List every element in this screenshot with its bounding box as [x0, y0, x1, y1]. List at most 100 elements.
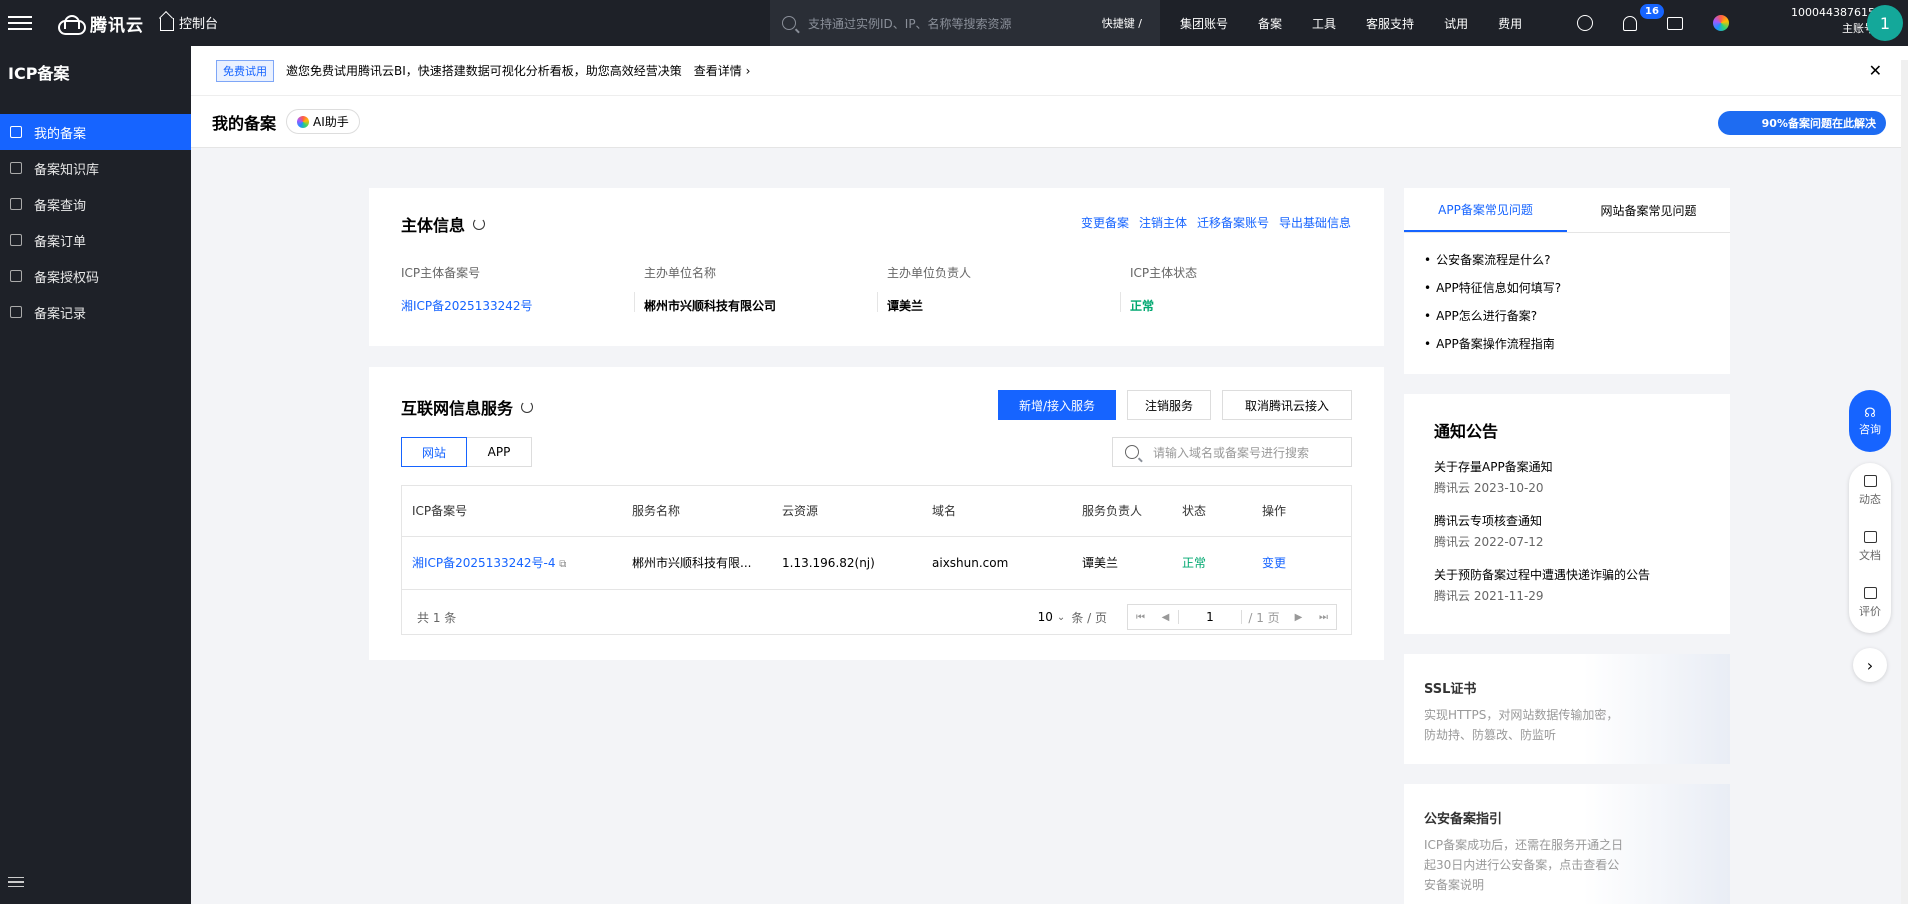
tab-website[interactable]: 网站 — [401, 437, 467, 467]
banner-detail-link[interactable]: 查看详情 › — [694, 62, 751, 79]
table-cell: aixshun.com — [922, 536, 1072, 590]
cancel-service-button[interactable]: 注销服务 — [1127, 390, 1211, 420]
export-info-link[interactable]: 导出基础信息 — [1279, 214, 1351, 231]
tab-app-faq[interactable]: APP备案常见问题 — [1404, 188, 1567, 232]
change-beian-link[interactable]: 变更备案 — [1081, 214, 1129, 231]
activity-icon[interactable] — [1577, 15, 1593, 31]
cloud-icon — [56, 14, 86, 35]
consult-button[interactable]: ☊ 咨询 — [1849, 390, 1891, 452]
bookmark-icon — [10, 126, 22, 138]
sidebar-item-records[interactable]: 备案记录 — [0, 294, 191, 330]
search-shortcut: 快捷键 / — [1101, 17, 1142, 30]
notice-item[interactable]: 腾讯云专项核查通知 — [1434, 512, 1700, 529]
chevron-right-icon[interactable]: › — [1853, 648, 1887, 682]
faq-item[interactable]: APP特征信息如何填写? — [1424, 274, 1561, 302]
prev-page-icon[interactable]: ◀ — [1153, 612, 1178, 623]
notice-item[interactable]: 关于存量APP备案通知 — [1434, 458, 1700, 475]
close-icon[interactable]: ✕ — [1869, 61, 1882, 80]
add-service-button[interactable]: 新增/接入服务 — [998, 390, 1116, 420]
docs-button[interactable]: 文档 — [1849, 519, 1891, 575]
subject-actions: 变更备案 注销主体 迁移备案账号 导出基础信息 — [1081, 214, 1351, 231]
record-icon — [10, 306, 22, 318]
last-page-icon[interactable]: ⏭ — [1311, 612, 1336, 623]
nav-billing[interactable]: 费用 — [1498, 15, 1522, 32]
account-info[interactable]: 100044387615 主账号 — [1765, 5, 1875, 37]
notice-item[interactable]: 关于预防备案过程中遭遇快递诈骗的公告 — [1434, 566, 1700, 583]
search-placeholder: 请输入域名或备案号进行搜索 — [1153, 445, 1310, 460]
tab-app[interactable]: APP — [467, 437, 532, 467]
nav-support[interactable]: 客服支持 — [1366, 15, 1414, 32]
notices-card: 通知公告 关于存量APP备案通知 腾讯云 2023-10-20 腾讯云专项核查通… — [1404, 394, 1730, 634]
page-nav: ⏮ ◀ 1 / 1 页 ▶ ⏭ — [1127, 604, 1337, 630]
faq-item[interactable]: 公安备案流程是什么? — [1424, 246, 1561, 274]
icp-number-cell[interactable]: 湘ICP备2025133242号-4 ⧉ — [402, 536, 622, 590]
refresh-icon[interactable] — [521, 401, 534, 413]
services-title-wrap: 互联网信息服务 — [401, 395, 534, 419]
police-guide-promo-card[interactable]: 公安备案指引 ICP备案成功后，还需在服务开通之日起30日内进行公安备案，点击查… — [1404, 784, 1730, 904]
search-doc-icon — [10, 198, 22, 210]
field-label: 主办单位名称 — [644, 266, 717, 280]
promo-desc: ICP备案成功后，还需在服务开通之日起30日内进行公安备案，点击查看公安备案说明 — [1424, 838, 1624, 892]
card-icon[interactable] — [1667, 16, 1683, 30]
sidebar-item-knowledge[interactable]: 备案知识库 — [0, 150, 191, 186]
updates-button[interactable]: 动态 — [1849, 463, 1891, 519]
scrollbar[interactable] — [1901, 60, 1908, 904]
nav-tools[interactable]: 工具 — [1312, 15, 1336, 32]
change-link[interactable]: 变更 — [1252, 536, 1351, 590]
pagination: 共 1 条 10 ⌄ 条 / 页 ⏮ ◀ 1 / 1 页 ▶ ⏭ — [417, 604, 1337, 630]
sidebar-item-orders[interactable]: 备案订单 — [0, 222, 191, 258]
next-page-icon[interactable]: ▶ — [1286, 612, 1311, 623]
first-page-icon[interactable]: ⏮ — [1128, 612, 1153, 623]
sidebar-item-label: 备案订单 — [34, 234, 87, 250]
service-search-input[interactable]: 请输入域名或备案号进行搜索 — [1112, 437, 1352, 467]
chevron-down-icon[interactable]: ⌄ — [1057, 612, 1065, 623]
key-icon — [10, 270, 22, 282]
bell-icon[interactable] — [1623, 15, 1637, 31]
free-trial-tag: 免费试用 — [216, 59, 274, 82]
page-size-select[interactable]: 10 — [1038, 610, 1053, 624]
migrate-account-link[interactable]: 迁移备案账号 — [1197, 214, 1269, 231]
ai-button-label: AI助手 — [313, 115, 349, 129]
subject-info-card: 主体信息 变更备案 注销主体 迁移备案账号 导出基础信息 ICP主体备案号 湘I… — [369, 188, 1384, 346]
headset-icon: ☊ — [1864, 405, 1876, 421]
column-header: 域名 — [922, 486, 1072, 537]
global-search[interactable]: 支持通过实例ID、IP、名称等搜索资源 快捷键 / — [770, 0, 1160, 46]
field-status: ICP主体状态 正常 — [1130, 264, 1197, 314]
console-link[interactable]: 控制台 — [160, 13, 218, 32]
collapse-sidebar-icon[interactable] — [8, 874, 24, 891]
ai-icon[interactable] — [1713, 15, 1729, 31]
faq-item[interactable]: APP备案操作流程指南 — [1424, 330, 1561, 358]
copy-icon[interactable]: ⧉ — [559, 559, 566, 570]
feedback-button[interactable]: 评价 — [1849, 575, 1891, 631]
sidebar-item-auth-code[interactable]: 备案授权码 — [0, 258, 191, 294]
column-header: 服务名称 — [622, 486, 772, 537]
page-input[interactable]: 1 — [1178, 610, 1242, 624]
cancel-subject-link[interactable]: 注销主体 — [1139, 214, 1187, 231]
account-role: 主账号 — [1842, 22, 1875, 35]
logo-text: 腾讯云 — [90, 15, 144, 36]
ssl-promo-card[interactable]: SSL证书 实现HTTPS，对网站数据传输加密，防劫持、防篡改、防监听 — [1404, 654, 1730, 764]
hamburger-menu-icon[interactable] — [8, 12, 32, 34]
nav-trial[interactable]: 试用 — [1444, 15, 1468, 32]
nav-group-account[interactable]: 集团账号 — [1180, 15, 1228, 32]
icp-number-link[interactable]: 湘ICP备2025133242号 — [401, 297, 533, 314]
page-title: 我的备案 — [212, 113, 277, 133]
cancel-access-button[interactable]: 取消腾讯云接入 — [1222, 390, 1352, 420]
help-pill-button[interactable]: 90%备案问题在此解决 — [1717, 111, 1886, 135]
refresh-icon[interactable] — [473, 218, 486, 230]
table-cell: 谭美兰 — [1072, 536, 1172, 590]
tencent-cloud-logo[interactable]: 腾讯云 — [56, 10, 144, 36]
sidebar-item-query[interactable]: 备案查询 — [0, 186, 191, 222]
promo-desc: 实现HTTPS，对网站数据传输加密，防劫持、防篡改、防监听 — [1424, 708, 1619, 742]
tab-website-faq[interactable]: 网站备案常见问题 — [1567, 188, 1730, 232]
comment-icon — [1863, 587, 1877, 599]
subject-title-wrap: 主体信息 — [401, 212, 486, 236]
field-label: ICP主体备案号 — [401, 266, 481, 280]
faq-item[interactable]: APP怎么进行备案? — [1424, 302, 1561, 330]
field-value: 谭美兰 — [887, 299, 924, 313]
column-header: ICP备案号 — [402, 486, 622, 537]
nav-beian[interactable]: 备案 — [1258, 15, 1282, 32]
ai-assistant-button[interactable]: AI助手 — [286, 109, 360, 134]
avatar[interactable]: 1 — [1867, 5, 1903, 41]
sidebar-item-my-beian[interactable]: 我的备案 — [0, 114, 191, 150]
